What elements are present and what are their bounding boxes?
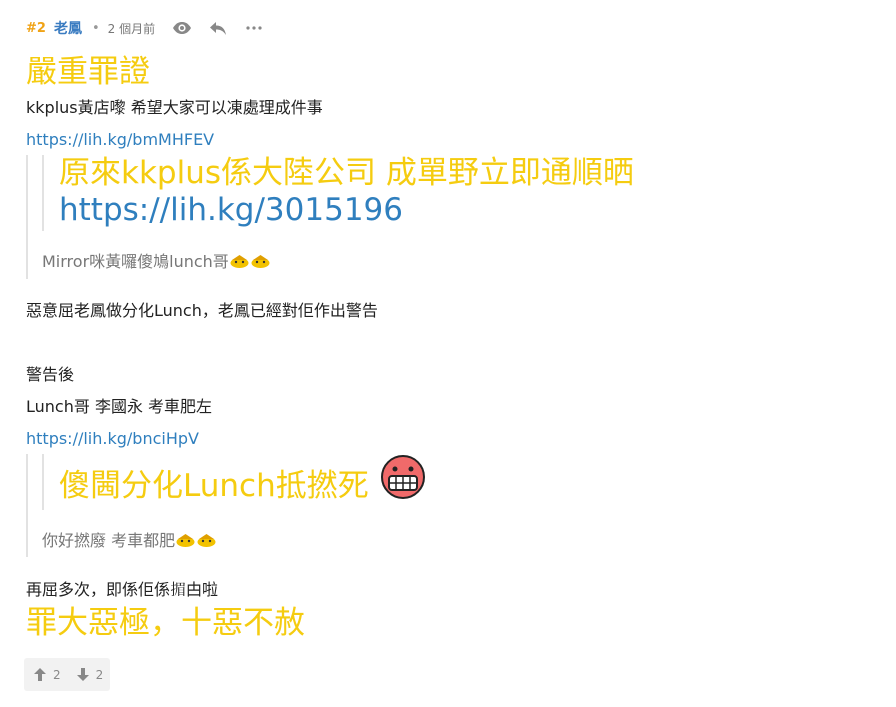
body-line-1: kkplus黃店嚟 希望大家可以凍處理成件事: [26, 98, 323, 117]
quote-2-big-text: 傻閪分化Lunch抵撚死: [59, 468, 369, 504]
vote-bar: 2 2: [24, 658, 110, 691]
body-line-5: 再屈多次，即係佢係𢰲甴啦: [26, 580, 219, 599]
quote-outer-2: 傻閪分化Lunch抵撚死 你好撚廢 考車都肥: [26, 454, 828, 557]
body-line-3: 警告後: [26, 365, 75, 384]
quote-1-caption: Mirror咪黃囉傻鳩lunch哥: [42, 251, 271, 273]
author-name[interactable]: 老鳳: [54, 18, 82, 38]
reply-icon[interactable]: [207, 17, 229, 39]
quote-1-big-text: 原來kkplus係大陸公司 成單野立即通順晒: [59, 155, 634, 191]
grin-emoji-icon: [381, 455, 425, 499]
eye-icon[interactable]: [171, 17, 193, 39]
duck-emoji-icon: [176, 534, 195, 547]
link-1[interactable]: https://lih.kg/bmMHFEV: [26, 129, 214, 151]
downvote-count: 2: [95, 667, 104, 682]
post-time: 2 個月前: [107, 21, 156, 36]
thumb-up-icon: [34, 668, 46, 681]
upvote-button[interactable]: 2: [34, 668, 61, 682]
quote-2-caption: 你好撚廢 考車都肥: [42, 530, 217, 552]
link-2[interactable]: https://lih.kg/bnciHpV: [26, 428, 199, 450]
body-line-4: Lunch哥 李國永 考車肥左: [26, 397, 213, 416]
heading-text: 嚴重罪證: [26, 54, 150, 90]
closing-text: 罪大惡極，十惡不赦: [26, 605, 305, 641]
quote-outer-1: 原來kkplus係大陸公司 成單野立即通順晒 https://lih.kg/30…: [26, 155, 828, 279]
floor-number: #2: [26, 20, 46, 36]
more-icon[interactable]: [243, 17, 265, 39]
duck-emoji-icon: [251, 255, 270, 268]
duck-emoji-icon: [230, 255, 249, 268]
downvote-button[interactable]: 2: [76, 667, 104, 682]
thumb-down-icon: [76, 668, 89, 681]
quote-inner-1: 原來kkplus係大陸公司 成單野立即通順晒 https://lih.kg/30…: [42, 155, 804, 231]
quote-1-caption-text: Mirror咪黃囉傻鳩lunch哥: [42, 252, 229, 271]
duck-emoji-icon: [197, 534, 216, 547]
upvote-count: 2: [53, 667, 61, 682]
quote-1-link[interactable]: https://lih.kg/3015196: [59, 192, 403, 229]
quote-2-caption-text: 你好撚廢 考車都肥: [42, 531, 176, 550]
quote-inner-2: 傻閪分化Lunch抵撚死: [42, 454, 504, 510]
meta-separator: •: [91, 20, 100, 36]
body-line-2: 惡意屈老鳳做分化Lunch，老鳳已經對佢作出警告: [26, 301, 378, 320]
post-meta: #2 老鳳 • 2 個月前: [26, 17, 279, 39]
